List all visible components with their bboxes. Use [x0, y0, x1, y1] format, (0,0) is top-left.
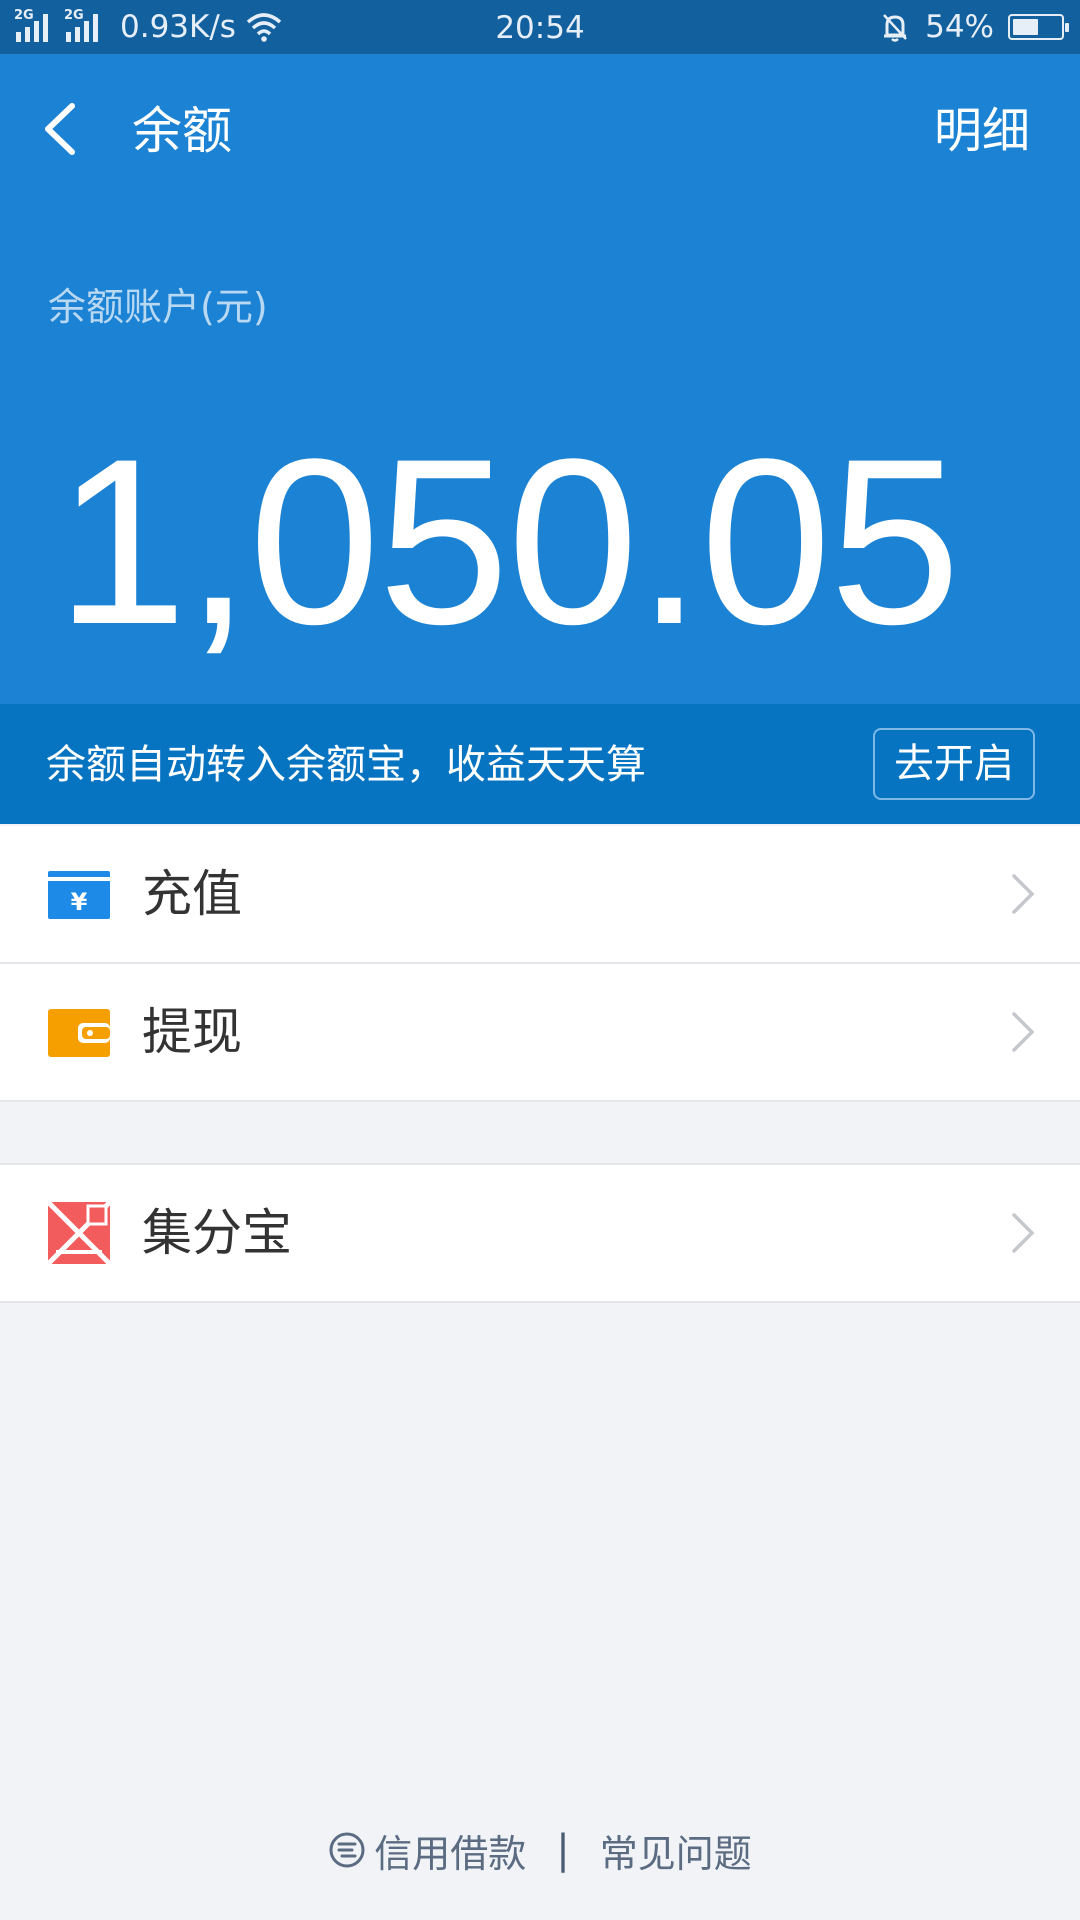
battery-percent: 54%: [925, 9, 994, 45]
page-title: 余额: [132, 102, 232, 160]
footer-links: 信用借款 | 常见问题: [0, 1820, 1080, 1880]
footer-separator: |: [556, 1827, 570, 1873]
credit-loan-icon: [329, 1832, 365, 1868]
divider: [0, 1100, 1080, 1102]
chevron-right-icon: [1012, 1012, 1035, 1052]
status-bar: 2G 2G 0.93K/s 20:54 54%: [0, 0, 1080, 54]
balance-header: 余额 明细 余额账户(元) 1,050.05: [0, 54, 1080, 704]
bell-muted-icon: [883, 14, 908, 42]
battery-fill: [1013, 19, 1038, 35]
chevron-right-icon: [1012, 1213, 1035, 1253]
back-button[interactable]: [42, 94, 92, 164]
auto-transfer-banner: 余额自动转入余额宝，收益天天算 去开启: [0, 704, 1080, 824]
menu-item-points[interactable]: 集分宝: [0, 1165, 1080, 1301]
account-label: 余额账户(元): [48, 285, 268, 329]
credit-loan-label: 信用借款: [374, 1831, 527, 1876]
enable-button[interactable]: 去开启: [873, 728, 1035, 800]
points-label: 集分宝: [142, 1204, 292, 1262]
divider: [0, 1301, 1080, 1303]
battery-icon: [1008, 14, 1069, 40]
points-icon: [48, 1202, 110, 1264]
recharge-card-icon: ¥: [48, 871, 110, 919]
balance-amount: 1,050.05: [56, 410, 961, 674]
menu-item-withdraw[interactable]: 提现: [0, 964, 1080, 1100]
recharge-label: 充值: [142, 865, 242, 923]
status-right: 54%: [879, 8, 1069, 46]
detail-button[interactable]: 明细: [934, 98, 1030, 164]
faq-link[interactable]: 常见问题: [600, 1823, 752, 1878]
wallet-icon: [48, 1009, 110, 1057]
credit-loan-link[interactable]: 信用借款: [328, 1823, 526, 1878]
chevron-right-icon: [1012, 874, 1035, 914]
banner-text: 余额自动转入余额宝，收益天天算: [46, 742, 646, 788]
svg-text:¥: ¥: [71, 888, 88, 916]
back-arrow-icon: [45, 103, 75, 155]
menu-item-recharge[interactable]: ¥ 充值: [0, 826, 1080, 962]
withdraw-label: 提现: [142, 1003, 242, 1061]
